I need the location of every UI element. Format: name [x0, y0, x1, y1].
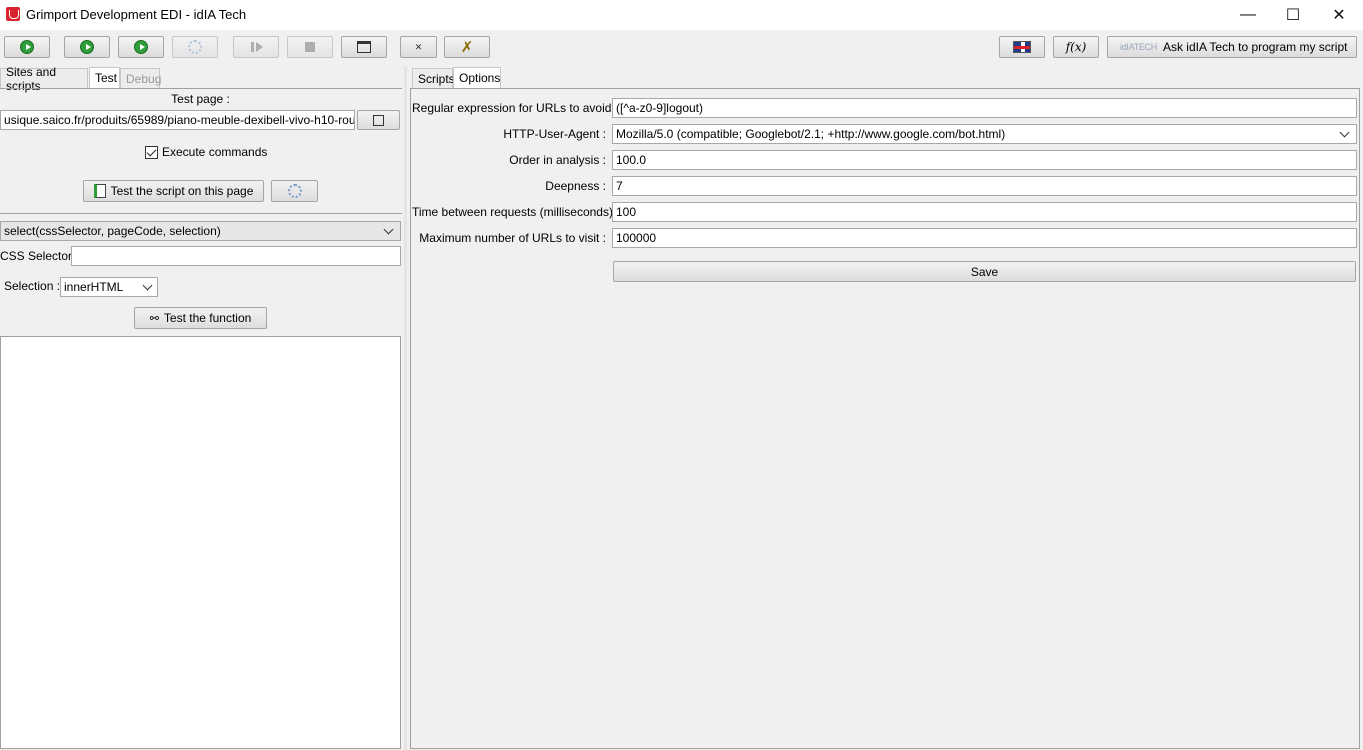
execute-commands-checkbox[interactable] — [145, 145, 158, 159]
window-title: Grimport Development EDI - idIA Tech — [26, 7, 247, 22]
user-agent-select[interactable]: Mozilla/5.0 (compatible; Googlebot/2.1; … — [612, 124, 1357, 144]
settings-button[interactable] — [172, 36, 218, 58]
field-label-user-agent: HTTP-User-Agent : — [503, 127, 606, 141]
css-selector-input[interactable] — [71, 246, 401, 266]
user-agent-value: Mozilla/5.0 (compatible; Googlebot/2.1; … — [616, 127, 1006, 141]
test-function-button[interactable]: ⚯ Test the function — [134, 307, 267, 329]
test-page-label: Test page : — [171, 92, 230, 106]
ask-idia-label: Ask idIA Tech to program my script — [1162, 40, 1348, 54]
open-url-button[interactable] — [357, 110, 400, 130]
stop-button[interactable] — [287, 36, 333, 58]
test-function-label: Test the function — [163, 311, 252, 325]
test-script-label: Test the script on this page — [110, 184, 254, 198]
glasses-icon: ⚯ — [149, 312, 159, 325]
play-info-icon — [134, 40, 148, 54]
function-select-value: select(cssSelector, pageCode, selection) — [4, 224, 221, 238]
time-between-input[interactable]: 100 — [612, 202, 1357, 222]
url-regex-input[interactable]: ([^a-z0-9]logout) — [612, 98, 1357, 118]
idia-logo-icon: idIATECH — [1120, 42, 1157, 52]
left-divider — [0, 213, 402, 214]
deepness-input[interactable]: 7 — [612, 176, 1357, 196]
minimize-button[interactable]: — — [1225, 0, 1271, 30]
field-label-deepness: Deepness : — [545, 179, 606, 193]
function-icon: f(x) — [1065, 40, 1087, 54]
play-settings-icon — [80, 40, 94, 54]
run-button[interactable] — [4, 36, 50, 58]
function-select[interactable]: select(cssSelector, pageCode, selection) — [0, 221, 401, 241]
tab-options[interactable]: Options — [453, 67, 501, 88]
close-button[interactable]: ✕ — [1316, 0, 1362, 30]
left-tab-divider — [0, 88, 402, 89]
field-label-order: Order in analysis : — [509, 153, 606, 167]
tab-sites-and-scripts[interactable]: Sites and scripts — [0, 65, 88, 93]
tab-scripts[interactable]: Scripts — [412, 68, 455, 88]
cross-tools-icon: ✗ — [460, 39, 474, 56]
field-label-time-between: Time between requests (milliseconds) : — [412, 205, 620, 219]
window-icon — [357, 41, 371, 53]
test-settings-button[interactable] — [271, 180, 318, 202]
field-label-max-urls: Maximum number of URLs to visit : — [419, 231, 606, 245]
external-link-icon — [373, 114, 384, 126]
play-icon — [20, 40, 34, 54]
css-selector-label: CSS Selector : — [0, 249, 79, 263]
clear-button[interactable]: ✗ — [444, 36, 490, 58]
execute-commands-label: Execute commands — [162, 145, 268, 159]
gear-icon — [287, 184, 302, 198]
order-input[interactable]: 100.0 — [612, 150, 1357, 170]
step-forward-icon — [251, 42, 263, 52]
maximize-button[interactable]: ☐ — [1270, 0, 1316, 30]
chevron-down-icon — [383, 224, 394, 234]
step-button[interactable] — [233, 36, 279, 58]
selection-select[interactable]: innerHTML — [60, 277, 158, 297]
gear-icon — [188, 40, 202, 54]
test-page-url-input[interactable]: usique.saico.fr/produits/65989/piano-meu… — [0, 110, 355, 130]
chevron-down-icon — [1339, 127, 1350, 137]
execute-commands-option[interactable]: Execute commands — [145, 145, 267, 159]
stop-icon — [305, 42, 315, 52]
selection-label: Selection : — [4, 279, 61, 293]
functions-button[interactable]: f(x) — [1053, 36, 1099, 58]
language-button[interactable] — [999, 36, 1045, 58]
run-with-options-button[interactable] — [64, 36, 110, 58]
tab-test[interactable]: Test — [89, 67, 120, 88]
selection-value: innerHTML — [64, 280, 124, 294]
uk-flag-icon — [1013, 41, 1031, 53]
splitter[interactable] — [404, 66, 407, 750]
chevron-down-icon — [142, 280, 153, 290]
test-script-button[interactable]: Test the script on this page — [83, 180, 264, 202]
max-urls-input[interactable]: 100000 — [612, 228, 1357, 248]
field-label-url-regex: Regular expression for URLs to avoid : — [412, 101, 619, 115]
save-button[interactable]: Save — [613, 261, 1356, 282]
ask-idia-button[interactable]: idIATECH Ask idIA Tech to program my scr… — [1107, 36, 1357, 58]
output-area[interactable] — [0, 336, 401, 749]
small-x-icon: ✕ — [414, 41, 423, 52]
close-small-button[interactable]: ✕ — [400, 36, 437, 58]
tab-debug[interactable]: Debug — [120, 68, 161, 88]
script-page-icon — [93, 184, 106, 198]
run-info-button[interactable] — [118, 36, 164, 58]
app-logo-icon — [6, 7, 20, 21]
browser-button[interactable] — [341, 36, 387, 58]
